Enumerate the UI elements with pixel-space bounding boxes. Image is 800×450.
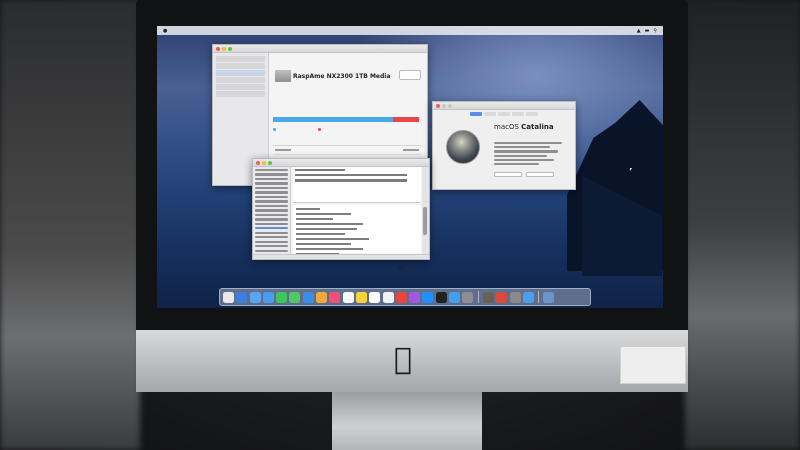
about-buttons[interactable] bbox=[494, 172, 554, 177]
hard-drive-icon bbox=[275, 70, 291, 82]
window-titlebar[interactable] bbox=[213, 45, 427, 53]
legend-free bbox=[318, 127, 323, 132]
dock-app-icon[interactable] bbox=[276, 291, 288, 303]
dock-app-icon[interactable] bbox=[422, 291, 434, 303]
sidebar-item[interactable] bbox=[216, 84, 265, 90]
dock-app-icon[interactable] bbox=[236, 291, 248, 303]
dock-app-icon[interactable] bbox=[329, 291, 341, 303]
dock-app-icon[interactable] bbox=[482, 291, 494, 303]
scrollbar-thumb[interactable] bbox=[423, 207, 427, 235]
search-icon[interactable]: ⚲ bbox=[653, 28, 657, 34]
window-titlebar[interactable] bbox=[253, 159, 429, 167]
dock-app-icon[interactable] bbox=[382, 291, 394, 303]
system-information-window[interactable] bbox=[252, 158, 430, 260]
menu-bar[interactable]: ● ▲ ▬ ⚲ bbox=[157, 26, 663, 35]
sidebar-item[interactable] bbox=[216, 56, 265, 62]
tab-displays[interactable] bbox=[484, 112, 496, 116]
minimize-button[interactable] bbox=[222, 46, 226, 51]
dock-app-icon[interactable] bbox=[509, 291, 521, 303]
battery-status-icon[interactable]: ▬ bbox=[645, 28, 650, 34]
table-row bbox=[273, 146, 421, 155]
about-this-mac-window[interactable]: macOS Catalina bbox=[432, 101, 576, 190]
dock-app-icon[interactable] bbox=[395, 291, 407, 303]
device-detail-pane bbox=[293, 205, 421, 255]
dock-app-icon[interactable] bbox=[249, 291, 261, 303]
apple-menu-icon[interactable]: ● bbox=[163, 28, 167, 34]
dock-app-icon[interactable] bbox=[223, 291, 234, 303]
tab-storage[interactable] bbox=[498, 112, 510, 116]
dock-app-icon[interactable] bbox=[302, 291, 314, 303]
close-button[interactable] bbox=[256, 160, 260, 165]
dock-app-icon[interactable] bbox=[522, 291, 534, 303]
dock[interactable] bbox=[219, 288, 591, 306]
minimize-button[interactable] bbox=[262, 160, 266, 165]
menu-bar-status-area[interactable]: ▲ ▬ ⚲ bbox=[637, 28, 657, 34]
tab-overview[interactable] bbox=[470, 112, 482, 116]
tab-service[interactable] bbox=[526, 112, 538, 116]
capacity-badge bbox=[399, 70, 421, 80]
hardware-category-list[interactable] bbox=[253, 167, 291, 259]
dock-app-icon[interactable] bbox=[342, 291, 354, 303]
minimize-button[interactable] bbox=[442, 103, 446, 108]
scrollbar[interactable] bbox=[422, 167, 429, 259]
sidebar-item[interactable] bbox=[216, 63, 265, 69]
dock-app-icon[interactable] bbox=[435, 291, 447, 303]
dock-app-icon[interactable] bbox=[409, 291, 421, 303]
zoom-button[interactable] bbox=[228, 46, 232, 51]
apple-logo-icon:  bbox=[394, 342, 412, 377]
legend-used bbox=[273, 127, 278, 132]
path-bar bbox=[253, 254, 429, 259]
blurred-background-left bbox=[0, 0, 140, 450]
storage-usage-bar bbox=[273, 117, 419, 122]
os-name: Catalina bbox=[521, 123, 554, 131]
zoom-button[interactable] bbox=[448, 103, 452, 108]
blurred-background-right bbox=[685, 0, 800, 450]
dock-app-icon[interactable] bbox=[289, 291, 301, 303]
dock-separator bbox=[477, 291, 479, 303]
dock-app-icon[interactable] bbox=[496, 291, 508, 303]
dock-app-icon[interactable] bbox=[316, 291, 328, 303]
sidebar-item-selected-drive[interactable] bbox=[216, 70, 265, 76]
dock-app-icon[interactable] bbox=[462, 291, 474, 303]
sidebar-item[interactable] bbox=[216, 77, 265, 83]
usage-free-segment bbox=[392, 117, 419, 122]
device-list-pane[interactable] bbox=[293, 167, 421, 203]
close-button[interactable] bbox=[216, 46, 220, 51]
dock-app-icon[interactable] bbox=[262, 291, 274, 303]
catalina-icon bbox=[446, 130, 480, 164]
dock-app-icon[interactable] bbox=[449, 291, 461, 303]
mac-screen: ● ▲ ▬ ⚲ RaspAme NX2300 1TB Media macOS C… bbox=[157, 26, 663, 308]
usage-legend bbox=[273, 127, 323, 132]
spec-lines bbox=[494, 142, 569, 167]
dock-app-icon[interactable] bbox=[355, 291, 367, 303]
zoom-button[interactable] bbox=[268, 160, 272, 165]
usage-used-segment bbox=[273, 117, 393, 122]
window-titlebar[interactable] bbox=[433, 102, 575, 110]
close-button[interactable] bbox=[436, 103, 440, 108]
dock-app-icon[interactable] bbox=[543, 291, 555, 303]
wifi-status-icon[interactable]: ▲ bbox=[637, 28, 641, 34]
tab-support[interactable] bbox=[512, 112, 524, 116]
dock-app-icon[interactable] bbox=[369, 291, 381, 303]
software-update-button[interactable] bbox=[526, 172, 554, 177]
os-prefix: macOS bbox=[494, 123, 519, 131]
system-report-button[interactable] bbox=[494, 172, 522, 177]
mouse-cursor bbox=[630, 168, 632, 171]
imac-stand bbox=[332, 392, 482, 450]
dock-separator bbox=[538, 291, 540, 303]
os-title: macOS Catalina bbox=[494, 123, 554, 131]
sticker-label bbox=[620, 346, 686, 384]
about-tabs[interactable] bbox=[433, 112, 575, 116]
desktop-rock bbox=[397, 264, 405, 270]
drive-name: RaspAme NX2300 1TB Media bbox=[293, 73, 391, 80]
sidebar-item[interactable] bbox=[216, 91, 265, 97]
